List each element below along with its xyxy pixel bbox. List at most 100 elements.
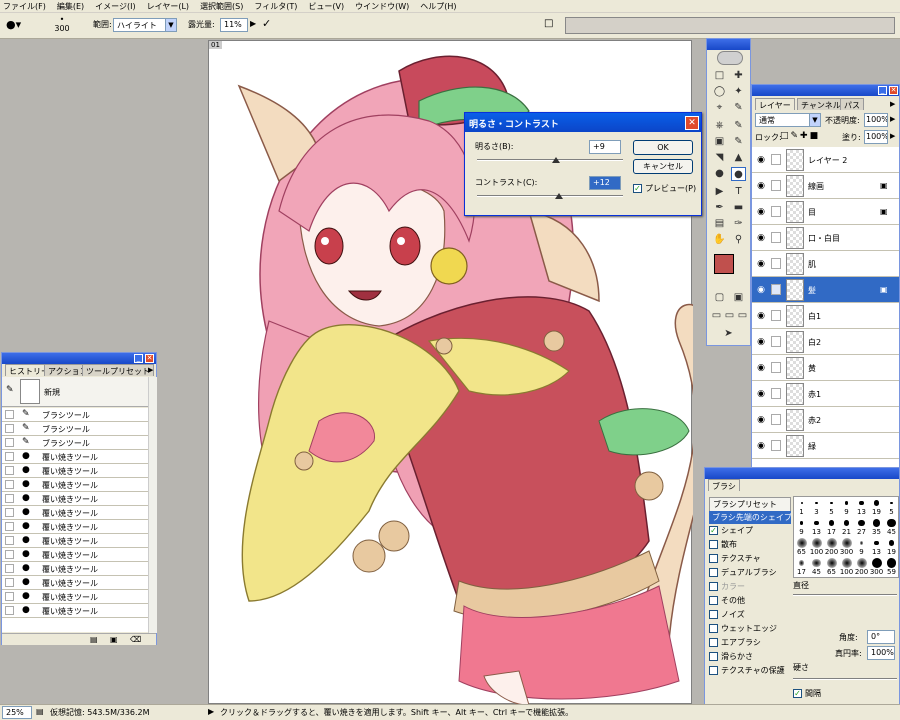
brush-tip[interactable]: 3 <box>809 497 824 517</box>
panel-menu-icon[interactable]: ▶ <box>890 100 895 108</box>
history-item[interactable]: ● 覆い焼きツール <box>2 464 148 478</box>
standard-mode-icon[interactable]: ▢ <box>712 291 727 305</box>
menu-select[interactable]: 選択範囲(S) <box>200 1 243 12</box>
airbrush-icon[interactable]: ✓ <box>262 17 271 30</box>
file-browser-icon[interactable]: □ <box>544 18 553 29</box>
brightness-slider-thumb[interactable] <box>551 157 560 163</box>
opacity-input[interactable]: 100% <box>864 113 888 127</box>
trash-icon[interactable]: ⌫ <box>130 635 141 644</box>
dodge-tool-icon[interactable]: ● <box>731 167 746 181</box>
brush-presets-button[interactable]: ブラシプリセット <box>709 497 791 512</box>
dodge-tool-icon[interactable]: ●▾ <box>6 18 21 31</box>
close-icon[interactable]: ✕ <box>145 354 154 363</box>
brush-option-checkbox[interactable] <box>709 582 718 591</box>
new-document-icon[interactable]: ▤ <box>90 635 98 644</box>
history-source-toggle[interactable] <box>5 536 14 545</box>
contrast-input[interactable]: +12 <box>589 176 621 190</box>
menu-image[interactable]: イメージ(I) <box>95 1 135 12</box>
brush-option-checkbox[interactable] <box>709 540 718 549</box>
notes-tool-icon[interactable]: ▤ <box>712 217 727 231</box>
slice-tool-icon[interactable]: ✎ <box>731 101 746 115</box>
brush-option-checkbox[interactable] <box>709 624 718 633</box>
move-tool-icon[interactable]: ✚ <box>731 69 746 83</box>
brush-option-row[interactable]: デュアルブラシ <box>709 567 791 578</box>
healing-brush-icon[interactable]: ⎈ <box>712 119 727 133</box>
menu-edit[interactable]: 編集(E) <box>57 1 84 12</box>
brush-tip-shape-item[interactable]: ブラシ先端のシェイプ <box>709 511 791 524</box>
brush-option-row[interactable]: エアブラシ <box>709 637 791 648</box>
brush-tip[interactable]: 13 <box>809 517 824 537</box>
type-tool-icon[interactable]: T <box>731 185 746 199</box>
brush-tip[interactable]: 300 <box>869 557 884 577</box>
diameter-slider[interactable] <box>793 594 897 596</box>
history-item[interactable]: ● 覆い焼きツール <box>2 562 148 576</box>
layer-row[interactable]: ◉ 赤1 <box>752 381 899 407</box>
brush-option-checkbox[interactable] <box>709 610 718 619</box>
eye-icon[interactable]: ◉ <box>755 284 767 296</box>
contrast-slider-thumb[interactable] <box>554 193 563 199</box>
brush-option-checkbox[interactable] <box>709 554 718 563</box>
brush-tip[interactable]: 100 <box>839 557 854 577</box>
brush-option-checkbox[interactable] <box>709 652 718 661</box>
fill-tool-icon[interactable]: ▲ <box>731 151 746 165</box>
close-icon[interactable]: ✕ <box>685 116 699 130</box>
contrast-slider-track[interactable] <box>477 195 623 197</box>
menu-window[interactable]: ウインドウ(W) <box>355 1 409 12</box>
brush-tip[interactable]: 27 <box>854 517 869 537</box>
history-item[interactable]: ● 覆い焼きツール <box>2 548 148 562</box>
eye-icon[interactable]: ◉ <box>755 258 767 270</box>
exposure-arrow-icon[interactable]: ▶ <box>250 19 256 28</box>
brush-tip-grid[interactable]: 1 3 5 9 13 19 5 9 13 17 21 27 35 45 65 100 200 300 9 13 19 17… <box>793 496 899 578</box>
link-toggle[interactable] <box>771 310 781 321</box>
brush-option-row[interactable]: ノイズ <box>709 609 791 620</box>
toolbox-titlebar[interactable] <box>707 39 750 50</box>
brightness-slider-track[interactable] <box>477 159 623 161</box>
layer-row[interactable]: ◉ 線画 ▣ <box>752 173 899 199</box>
minimize-icon[interactable]: _ <box>878 86 887 95</box>
panel-menu-icon[interactable]: ▶ <box>148 366 153 374</box>
marquee-tool-icon[interactable]: □ <box>712 69 727 83</box>
fill-input[interactable]: 100% <box>864 130 888 144</box>
history-source-toggle[interactable] <box>5 606 14 615</box>
palette-well[interactable] <box>565 17 895 34</box>
tab-brush[interactable]: ブラシ <box>708 479 740 491</box>
snapshot-row[interactable]: ✎ 新規 <box>2 377 148 407</box>
link-toggle[interactable] <box>771 206 781 217</box>
history-item[interactable]: ● 覆い焼きツール <box>2 534 148 548</box>
tab-layers[interactable]: レイヤー <box>755 98 795 110</box>
brush-tip[interactable]: 1 <box>794 497 809 517</box>
layer-row[interactable]: ◉ 赤2 <box>752 407 899 433</box>
path-select-icon[interactable]: ▶ <box>712 185 727 199</box>
link-toggle[interactable] <box>771 154 781 165</box>
opacity-arrow-icon[interactable]: ▶ <box>890 115 895 123</box>
magic-wand-tool-icon[interactable]: ✦ <box>731 85 746 99</box>
history-source-toggle[interactable] <box>5 564 14 573</box>
crop-tool-icon[interactable]: ⌖ <box>712 101 727 115</box>
brush-option-row[interactable]: ウェットエッジ <box>709 623 791 634</box>
history-source-toggle[interactable] <box>5 466 14 475</box>
layer-row[interactable]: ◉ レイヤー 2 <box>752 147 899 173</box>
link-toggle[interactable] <box>771 232 781 243</box>
brush-tip[interactable]: 19 <box>869 497 884 517</box>
brush-tip[interactable]: 65 <box>794 537 809 557</box>
spacing-checkbox[interactable]: ✓ 間隔 <box>793 688 821 699</box>
history-item[interactable]: ✎ ブラシツール <box>2 436 148 450</box>
roundness-input[interactable]: 100% <box>867 646 895 660</box>
brush-option-checkbox[interactable] <box>709 596 718 605</box>
zoom-tool-icon[interactable]: ⚲ <box>731 233 746 247</box>
brush-option-checkbox[interactable] <box>709 568 718 577</box>
eye-icon[interactable]: ◉ <box>755 388 767 400</box>
brush-tip[interactable]: 45 <box>809 557 824 577</box>
hardness-slider[interactable] <box>793 678 897 680</box>
menu-help[interactable]: ヘルプ(H) <box>420 1 456 12</box>
quickmask-mode-icon[interactable]: ▣ <box>731 291 746 305</box>
history-source-toggle[interactable] <box>5 522 14 531</box>
layer-row[interactable]: ◉ 肌 <box>752 251 899 277</box>
stamp-tool-icon[interactable]: ▣ <box>712 135 727 149</box>
brush-option-row[interactable]: テクスチャの保護 <box>709 665 791 676</box>
angle-input[interactable]: 0° <box>867 630 895 644</box>
layer-row[interactable]: ◉ 白1 <box>752 303 899 329</box>
blur-tool-icon[interactable]: ● <box>712 167 727 181</box>
exposure-input[interactable]: 11% <box>220 18 248 32</box>
history-item[interactable]: ● 覆い焼きツール <box>2 604 148 618</box>
